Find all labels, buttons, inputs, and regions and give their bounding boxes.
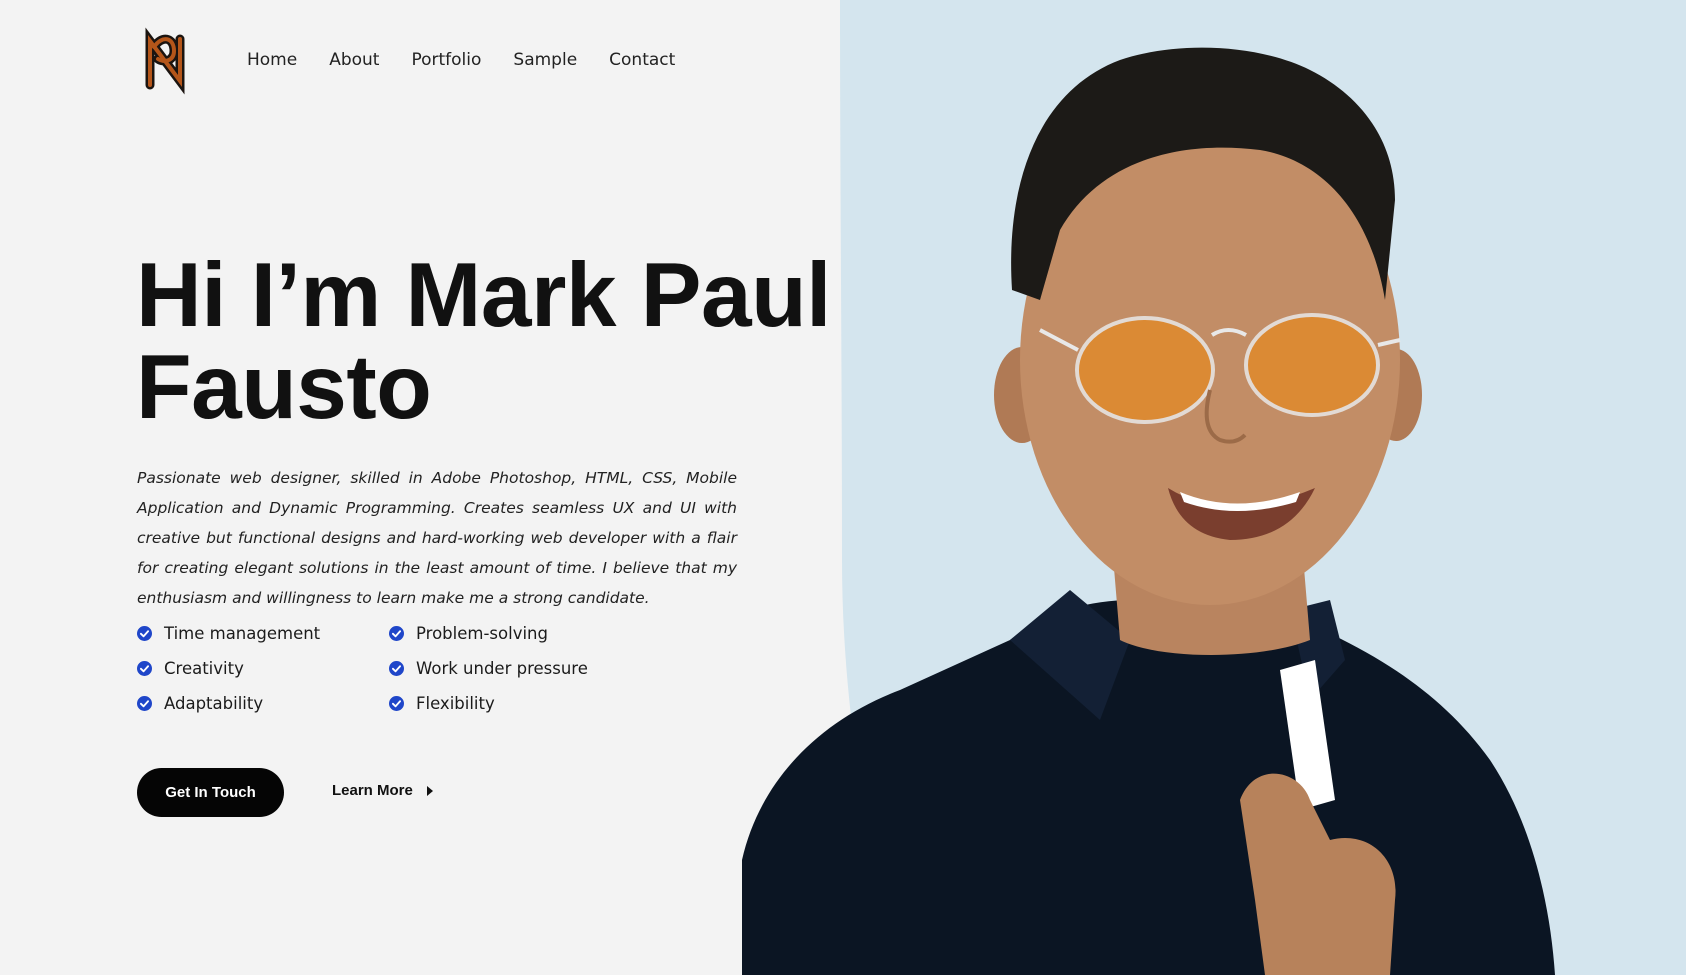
skill-item: Work under pressure — [389, 659, 609, 678]
skill-label: Flexibility — [416, 694, 495, 713]
hero-title: Hi I’m Mark Paul Fausto — [136, 250, 831, 434]
learn-more-link[interactable]: Learn More — [332, 782, 433, 799]
nav-portfolio-link[interactable]: Portfolio — [411, 50, 481, 70]
check-circle-icon — [389, 626, 404, 641]
learn-more-label: Learn More — [332, 782, 413, 799]
skill-item: Problem-solving — [389, 624, 609, 643]
hero-intro-text: Passionate web designer, skilled in Adob… — [137, 469, 737, 607]
main-nav: Home About Portfolio Sample Contact — [247, 50, 675, 70]
mp-monogram-icon — [145, 27, 185, 95]
check-circle-icon — [389, 661, 404, 676]
get-in-touch-button[interactable]: Get In Touch — [137, 768, 284, 817]
caret-right-icon — [426, 785, 433, 796]
check-circle-icon — [389, 696, 404, 711]
nav-contact-link[interactable]: Contact — [609, 50, 675, 70]
check-circle-icon — [137, 661, 152, 676]
skill-item: Adaptability — [137, 694, 389, 713]
skills-list: Time management Problem-solving Creativi… — [137, 624, 597, 713]
skill-item: Flexibility — [389, 694, 609, 713]
skill-item: Creativity — [137, 659, 389, 678]
skill-item: Time management — [137, 624, 389, 643]
check-circle-icon — [137, 626, 152, 641]
hero-title-line-2: Fausto — [136, 337, 432, 438]
nav-home-link[interactable]: Home — [247, 50, 297, 70]
skill-label: Work under pressure — [416, 659, 588, 678]
skill-label: Time management — [164, 624, 321, 643]
check-circle-icon — [137, 696, 152, 711]
skill-label: Creativity — [164, 659, 244, 678]
hero-title-line-1: Hi I’m Mark Paul — [136, 245, 831, 346]
site-logo[interactable] — [140, 27, 192, 95]
nav-sample-link[interactable]: Sample — [513, 50, 577, 70]
skill-label: Adaptability — [164, 694, 264, 713]
skill-label: Problem-solving — [416, 624, 548, 643]
nav-about-link[interactable]: About — [329, 50, 379, 70]
